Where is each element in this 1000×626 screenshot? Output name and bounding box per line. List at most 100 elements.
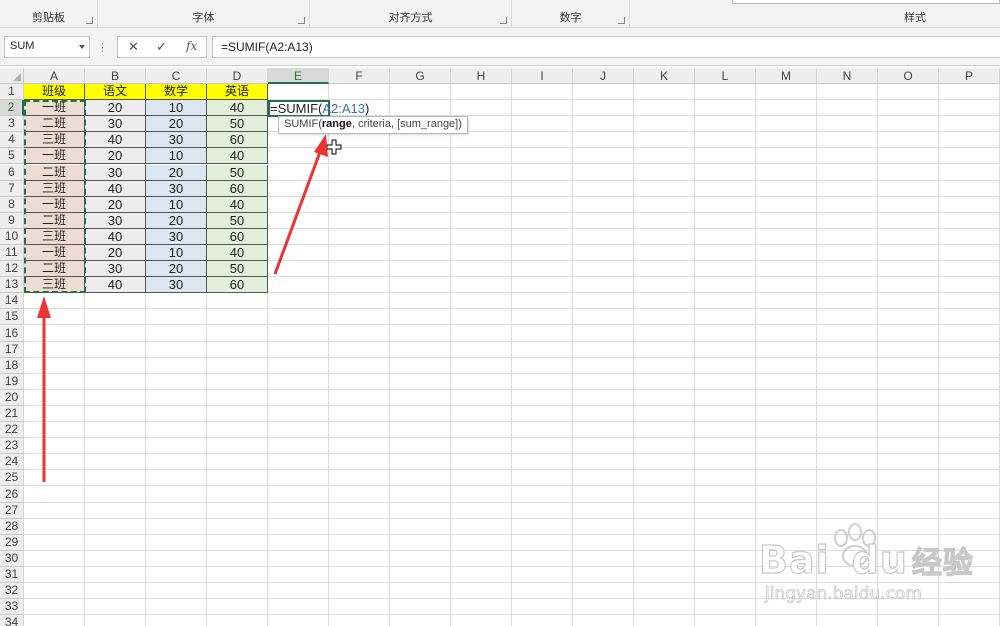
cell-d28[interactable] <box>207 518 268 535</box>
cell-b9[interactable]: 30 <box>85 212 146 229</box>
cell-l27[interactable] <box>695 502 756 519</box>
cell-i2[interactable] <box>512 100 573 117</box>
cell-j22[interactable] <box>573 422 634 439</box>
cell-i24[interactable] <box>512 454 573 471</box>
cell-l22[interactable] <box>695 422 756 439</box>
cell-b20[interactable] <box>85 389 146 406</box>
cell-n2[interactable] <box>817 100 878 117</box>
cell-o23[interactable] <box>878 438 939 455</box>
cell-o16[interactable] <box>878 325 939 342</box>
cell-n17[interactable] <box>817 341 878 358</box>
cell-j34[interactable] <box>573 615 634 626</box>
cell-n31[interactable] <box>817 567 878 583</box>
cell-m5[interactable] <box>756 148 817 165</box>
cell-k11[interactable] <box>634 245 695 261</box>
cell-h28[interactable] <box>451 518 512 535</box>
cell-c26[interactable] <box>146 486 207 503</box>
cell-f23[interactable] <box>329 438 390 455</box>
cell-a26[interactable] <box>24 486 85 503</box>
cell-j30[interactable] <box>573 550 634 567</box>
row-header-27[interactable]: 27 <box>0 502 24 519</box>
cell-k30[interactable] <box>634 550 695 567</box>
cell-h18[interactable] <box>451 357 512 374</box>
cell-i4[interactable] <box>512 132 573 149</box>
cell-a31[interactable] <box>24 567 85 583</box>
cell-k8[interactable] <box>634 196 695 213</box>
cell-o6[interactable] <box>878 164 939 181</box>
cell-g22[interactable] <box>390 422 451 439</box>
cell-n28[interactable] <box>817 518 878 535</box>
cell-g6[interactable] <box>390 164 451 181</box>
cell-e11[interactable] <box>268 245 329 261</box>
cell-m1[interactable] <box>756 84 817 100</box>
cell-i22[interactable] <box>512 422 573 439</box>
cell-m12[interactable] <box>756 261 817 278</box>
cell-n21[interactable] <box>817 406 878 422</box>
cell-o27[interactable] <box>878 502 939 519</box>
cell-o3[interactable] <box>878 116 939 133</box>
cell-j17[interactable] <box>573 341 634 358</box>
cell-e24[interactable] <box>268 454 329 471</box>
cell-a1[interactable]: 班级 <box>24 84 85 100</box>
cell-m22[interactable] <box>756 422 817 439</box>
cell-o33[interactable] <box>878 599 939 616</box>
cell-g21[interactable] <box>390 406 451 422</box>
cell-f28[interactable] <box>329 518 390 535</box>
cell-a19[interactable] <box>24 373 85 390</box>
cell-b25[interactable] <box>85 470 146 487</box>
cell-j19[interactable] <box>573 373 634 390</box>
cell-g18[interactable] <box>390 357 451 374</box>
cell-a21[interactable] <box>24 406 85 422</box>
cell-d12[interactable]: 50 <box>207 261 268 278</box>
cell-f19[interactable] <box>329 373 390 390</box>
cell-c1[interactable]: 数学 <box>146 84 207 100</box>
cell-b19[interactable] <box>85 373 146 390</box>
cell-a24[interactable] <box>24 454 85 471</box>
cell-a17[interactable] <box>24 341 85 358</box>
cell-g15[interactable] <box>390 309 451 326</box>
cell-l3[interactable] <box>695 116 756 133</box>
cell-l15[interactable] <box>695 309 756 326</box>
cell-c11[interactable]: 10 <box>146 245 207 261</box>
cell-m33[interactable] <box>756 599 817 616</box>
cell-e10[interactable] <box>268 228 329 245</box>
cell-k4[interactable] <box>634 132 695 149</box>
cell-g13[interactable] <box>390 277 451 294</box>
cell-p30[interactable] <box>939 550 1000 567</box>
cell-d27[interactable] <box>207 502 268 519</box>
cell-o2[interactable] <box>878 100 939 117</box>
cell-h33[interactable] <box>451 599 512 616</box>
cell-k34[interactable] <box>634 615 695 626</box>
cell-d16[interactable] <box>207 325 268 342</box>
cell-l29[interactable] <box>695 534 756 551</box>
cell-d14[interactable] <box>207 293 268 310</box>
cell-m31[interactable] <box>756 567 817 583</box>
cell-e9[interactable] <box>268 212 329 229</box>
cell-l7[interactable] <box>695 180 756 197</box>
cell-g16[interactable] <box>390 325 451 342</box>
row-header-29[interactable]: 29 <box>0 534 24 551</box>
cell-j32[interactable] <box>573 583 634 600</box>
cell-d18[interactable] <box>207 357 268 374</box>
row-header-25[interactable]: 25 <box>0 470 24 487</box>
cell-h20[interactable] <box>451 389 512 406</box>
cell-k26[interactable] <box>634 486 695 503</box>
cell-i15[interactable] <box>512 309 573 326</box>
cell-a22[interactable] <box>24 422 85 439</box>
cell-b23[interactable] <box>85 438 146 455</box>
cell-h9[interactable] <box>451 212 512 229</box>
cell-h5[interactable] <box>451 148 512 165</box>
cell-n15[interactable] <box>817 309 878 326</box>
cell-f6[interactable] <box>329 164 390 181</box>
cell-l9[interactable] <box>695 212 756 229</box>
col-header-c[interactable]: C <box>146 68 207 84</box>
cell-h16[interactable] <box>451 325 512 342</box>
cell-a3[interactable]: 二班 <box>24 116 85 133</box>
cell-k15[interactable] <box>634 309 695 326</box>
cell-j11[interactable] <box>573 245 634 261</box>
cell-a16[interactable] <box>24 325 85 342</box>
cell-j29[interactable] <box>573 534 634 551</box>
cell-h21[interactable] <box>451 406 512 422</box>
cell-o7[interactable] <box>878 180 939 197</box>
cell-i6[interactable] <box>512 164 573 181</box>
